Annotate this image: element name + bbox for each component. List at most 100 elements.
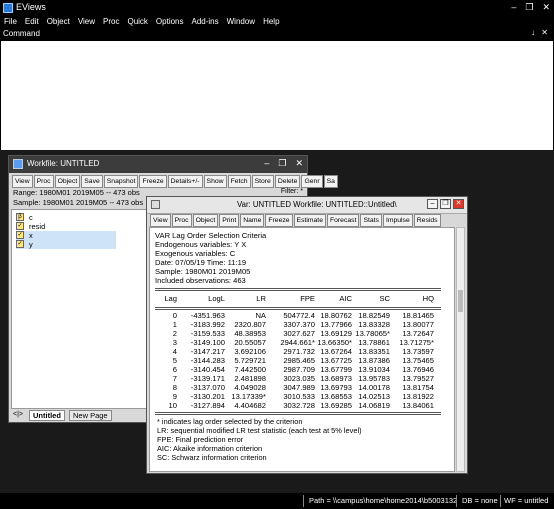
menu-proc[interactable]: Proc <box>99 16 123 28</box>
wf-freeze-button[interactable]: Freeze <box>139 175 167 188</box>
var-stats-button[interactable]: Stats <box>360 214 382 227</box>
column-header: HQ <box>422 294 434 303</box>
workfile-range[interactable]: Range: 1980M01 2019M05 -- 473 obs <box>13 188 140 197</box>
workfile-maximize-icon[interactable]: ❐ <box>278 158 286 169</box>
status-separator <box>456 495 457 507</box>
menu-file[interactable]: File <box>0 16 21 28</box>
table-cell: -3140.454 <box>190 365 225 374</box>
vertical-scrollbar[interactable] <box>456 227 465 472</box>
table-row: 7 -3139.171 2.481898 3023.035 13.68973 13.957… <box>155 374 441 383</box>
table-cell: 5 <box>172 356 177 365</box>
table-cell: 3032.728 <box>283 401 315 410</box>
menu-window[interactable]: Window <box>223 16 259 28</box>
table-cell: -3149.100 <box>190 338 225 347</box>
tab-nav-arrows[interactable]: <|> <box>13 411 23 418</box>
var-object-button[interactable]: Object <box>192 214 219 227</box>
wf-proc-button[interactable]: Proc <box>33 175 54 188</box>
table-cell: 14.02513 <box>358 392 390 401</box>
wf-sample-button[interactable]: Sa <box>323 175 338 188</box>
var-maximize-icon[interactable]: ❐ <box>440 199 451 209</box>
wf-fetch-button[interactable]: Fetch <box>227 175 251 188</box>
var-freeze-button[interactable]: Freeze <box>265 214 293 227</box>
workfile-minimize-icon[interactable]: – <box>264 158 269 169</box>
var-view-button[interactable]: View <box>150 214 171 227</box>
table-cell: -3127.894 <box>190 401 225 410</box>
wf-show-button[interactable]: Show <box>203 175 227 188</box>
menu-help[interactable]: Help <box>259 16 283 28</box>
var-title-bar[interactable]: Var: UNTITLED Workfile: UNTITLED::Untitl… <box>147 197 467 214</box>
menu-object[interactable]: Object <box>43 16 74 28</box>
table-cell: 14.06819 <box>358 401 390 410</box>
table-cell: NA <box>255 311 266 320</box>
var-print-button[interactable]: Print <box>219 214 240 227</box>
table-cell: 4.049028 <box>234 383 266 392</box>
table-cell: 13.67264 <box>320 347 352 356</box>
table-cell: 13.73597 <box>402 347 434 356</box>
var-close-icon[interactable]: ✕ <box>453 199 464 209</box>
menu-view[interactable]: View <box>74 16 99 28</box>
var-output-content: VAR Lag Order Selection Criteria Endogen… <box>149 227 455 472</box>
maximize-icon[interactable]: ❐ <box>525 2 533 13</box>
output-header-line: Endogenous variables: Y X <box>155 240 247 249</box>
table-row: 10 -3127.894 4.404682 3032.728 13.69285 14.06… <box>155 401 441 410</box>
table-row: 6 -3140.454 7.442500 2987.709 13.67799 13.910… <box>155 365 441 374</box>
list-item-y[interactable]: ✓ y <box>16 240 116 249</box>
table-row: 2 -3159.533 48.38953 3027.627 13.69129 13.780… <box>155 329 441 338</box>
output-header-line: Included observations: 463 <box>155 276 246 285</box>
tab-untitled[interactable]: Untitled <box>29 410 65 421</box>
table-cell: 504772.4 <box>283 311 315 320</box>
eviews-logo-icon <box>3 3 13 13</box>
menu-options[interactable]: Options <box>152 16 188 28</box>
footnote: FPE: Final prediction error <box>157 435 244 444</box>
wf-genr-button[interactable]: Genr <box>301 175 323 188</box>
footnote: AIC: Akaike information criterion <box>157 444 263 453</box>
table-cell: 13.77966 <box>320 320 352 329</box>
command-controls[interactable]: ↓ ✕ <box>531 28 550 37</box>
wf-store-button[interactable]: Store <box>251 175 274 188</box>
var-resids-button[interactable]: Resids <box>413 214 441 227</box>
table-cell: 2.481898 <box>234 374 266 383</box>
wf-delete-button[interactable]: Delete <box>274 175 301 188</box>
close-icon[interactable]: ✕ <box>542 2 550 13</box>
command-label: Command <box>3 29 40 38</box>
var-estimate-button[interactable]: Estimate <box>293 214 326 227</box>
scrollbar-thumb[interactable] <box>458 290 463 312</box>
tab-new-page[interactable]: New Page <box>69 410 112 421</box>
table-body: 0 -4351.963 NA 504772.4 18.80762 18.82549 18.8… <box>155 311 441 411</box>
table-cell: -3130.201 <box>190 392 225 401</box>
var-forecast-button[interactable]: Forecast <box>326 214 360 227</box>
minimize-icon[interactable]: – <box>511 2 516 13</box>
table-cell: 3010.533 <box>283 392 315 401</box>
list-item-x[interactable]: ✓ x <box>16 231 116 240</box>
menu-edit[interactable]: Edit <box>21 16 43 28</box>
workfile-sample[interactable]: Sample: 1980M01 2019M05 -- 473 obs <box>13 198 143 207</box>
table-cell: 20.55057 <box>234 338 266 347</box>
workfile-title-bar[interactable]: Workfile: UNTITLED – ❐ ✕ <box>9 156 307 173</box>
workfile-filter[interactable]: Filter: * <box>281 188 303 195</box>
wf-save-button[interactable]: Save <box>81 175 103 188</box>
wf-details-button[interactable]: Details+/- <box>167 175 203 188</box>
table-rule <box>155 290 441 291</box>
column-header: LR <box>256 294 266 303</box>
var-toolbar: View Proc Object Print Name Freeze Estim… <box>150 214 441 227</box>
workfile-title: Workfile: UNTITLED <box>27 159 100 168</box>
list-item-resid[interactable]: ✓ resid <box>16 222 45 231</box>
table-cell: 7 <box>172 374 177 383</box>
command-input[interactable] <box>1 41 553 150</box>
table-cell: 13.79527 <box>402 374 434 383</box>
var-proc-button[interactable]: Proc <box>171 214 192 227</box>
status-separator <box>500 495 501 507</box>
wf-view-button[interactable]: View <box>12 175 33 188</box>
workfile-close-icon[interactable]: ✕ <box>295 158 303 169</box>
output-header-line: Sample: 1980M01 2019M05 <box>155 267 251 276</box>
wf-object-button[interactable]: Object <box>54 175 81 188</box>
list-item-c[interactable]: βc <box>16 213 33 222</box>
var-impulse-button[interactable]: Impulse <box>382 214 413 227</box>
menu-quick[interactable]: Quick <box>123 16 151 28</box>
wf-snapshot-button[interactable]: Snapshot <box>103 175 139 188</box>
table-cell: 3047.989 <box>283 383 315 392</box>
var-name-button[interactable]: Name <box>240 214 265 227</box>
menu-addins[interactable]: Add-ins <box>188 16 223 28</box>
table-cell: 13.68973 <box>320 374 352 383</box>
var-minimize-icon[interactable]: – <box>427 199 438 209</box>
